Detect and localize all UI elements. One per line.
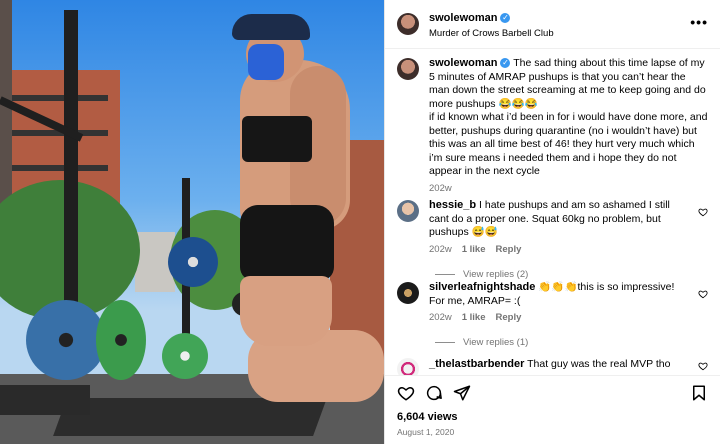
avatar[interactable] (397, 13, 419, 35)
more-icon[interactable]: ••• (690, 14, 708, 30)
comments-scroll-area[interactable]: swolewoman ✓ The sad thing about this tim… (385, 49, 720, 375)
balcony-3 (8, 165, 108, 171)
comment-username[interactable]: hessie_b (429, 199, 476, 211)
header-user: swolewoman ✓ Murder of Crows Barbell Club (429, 12, 554, 39)
heart-icon[interactable] (698, 289, 708, 299)
comment-text: That guy was the real MVP tho (527, 358, 671, 370)
header-location[interactable]: Murder of Crows Barbell Club (429, 28, 554, 39)
heart-icon[interactable] (397, 384, 415, 402)
caption-text-2: if id known what i’d been in for i would… (429, 111, 708, 177)
comment-avatar[interactable] (397, 200, 419, 222)
caption-text-block: swolewoman ✓ The sad thing about this tim… (429, 57, 708, 179)
comment-icon[interactable] (425, 384, 443, 402)
comment-avatar[interactable] (397, 282, 419, 304)
instagram-post-view: swolewoman ✓ Murder of Crows Barbell Club… (0, 0, 720, 444)
post-actions: 6,604 views August 1, 2020 (385, 375, 720, 445)
sports-bra (242, 116, 312, 162)
comment-username[interactable]: silverleafnightshade (429, 281, 535, 293)
heart-icon[interactable] (698, 207, 708, 217)
post-side-panel: swolewoman ✓ Murder of Crows Barbell Club… (384, 0, 720, 444)
view-count[interactable]: 6,604 views (397, 411, 458, 423)
view-replies-label: View replies (2) (463, 268, 529, 280)
caption: swolewoman ✓ The sad thing about this tim… (397, 57, 708, 194)
caption-username[interactable]: swolewoman (429, 57, 497, 69)
person-thighs (240, 276, 332, 346)
reply-button[interactable]: Reply (496, 244, 522, 255)
comment-text-block: hessie_b I hate pushups and am so ashame… (429, 199, 708, 240)
comment-time: 202w (429, 243, 452, 255)
weight-plate-blue (26, 300, 106, 380)
comment: silverleafnightshade 👏👏👏this is so impre… (397, 281, 708, 348)
divider (435, 342, 455, 343)
share-icon[interactable] (453, 384, 471, 402)
comment-text-block: _thelastbarbender That guy was the real … (429, 358, 708, 372)
caption-avatar[interactable] (397, 58, 419, 80)
cap (232, 14, 310, 40)
post-header: swolewoman ✓ Murder of Crows Barbell Club… (385, 0, 720, 49)
view-replies-label: View replies (1) (463, 337, 529, 348)
caption-meta: 202w (429, 183, 708, 194)
view-replies-button[interactable]: View replies (1) (435, 337, 708, 348)
shorts (240, 205, 334, 281)
divider (435, 273, 455, 275)
weight-plate-rack (168, 237, 218, 287)
heart-icon[interactable] (698, 361, 708, 371)
bookmark-icon[interactable] (690, 384, 708, 402)
header-username[interactable]: swolewoman (429, 12, 497, 24)
verified-badge-icon: ✓ (500, 13, 511, 23)
comment-meta: 202w 1 like Reply (429, 312, 708, 323)
comment-time: 202w (429, 312, 452, 323)
comment-text-block: silverleafnightshade 👏👏👏this is so impre… (429, 281, 708, 308)
face-mask (248, 44, 284, 80)
reply-button[interactable]: Reply (496, 312, 522, 323)
caption-time: 202w (429, 182, 452, 194)
comment: _thelastbarbender That guy was the real … (397, 358, 708, 375)
comment-username[interactable]: _thelastbarbender (429, 358, 524, 370)
comment-avatar[interactable] (397, 358, 419, 375)
post-date[interactable]: August 1, 2020 (397, 427, 454, 437)
comment-meta: 202w 1 like Reply (429, 244, 708, 255)
comment-likes[interactable]: 1 like (462, 244, 486, 255)
comment: hessie_b I hate pushups and am so ashame… (397, 199, 708, 280)
rack-base (0, 385, 90, 415)
post-video[interactable] (0, 0, 384, 444)
view-replies-button[interactable]: View replies (2) (435, 269, 708, 280)
weight-plate-green (96, 300, 146, 380)
comment-likes[interactable]: 1 like (462, 312, 486, 323)
floor-mat (53, 398, 327, 436)
weight-plate-floor (162, 333, 208, 379)
verified-badge-icon: ✓ (500, 58, 511, 68)
balcony-1 (8, 95, 108, 101)
